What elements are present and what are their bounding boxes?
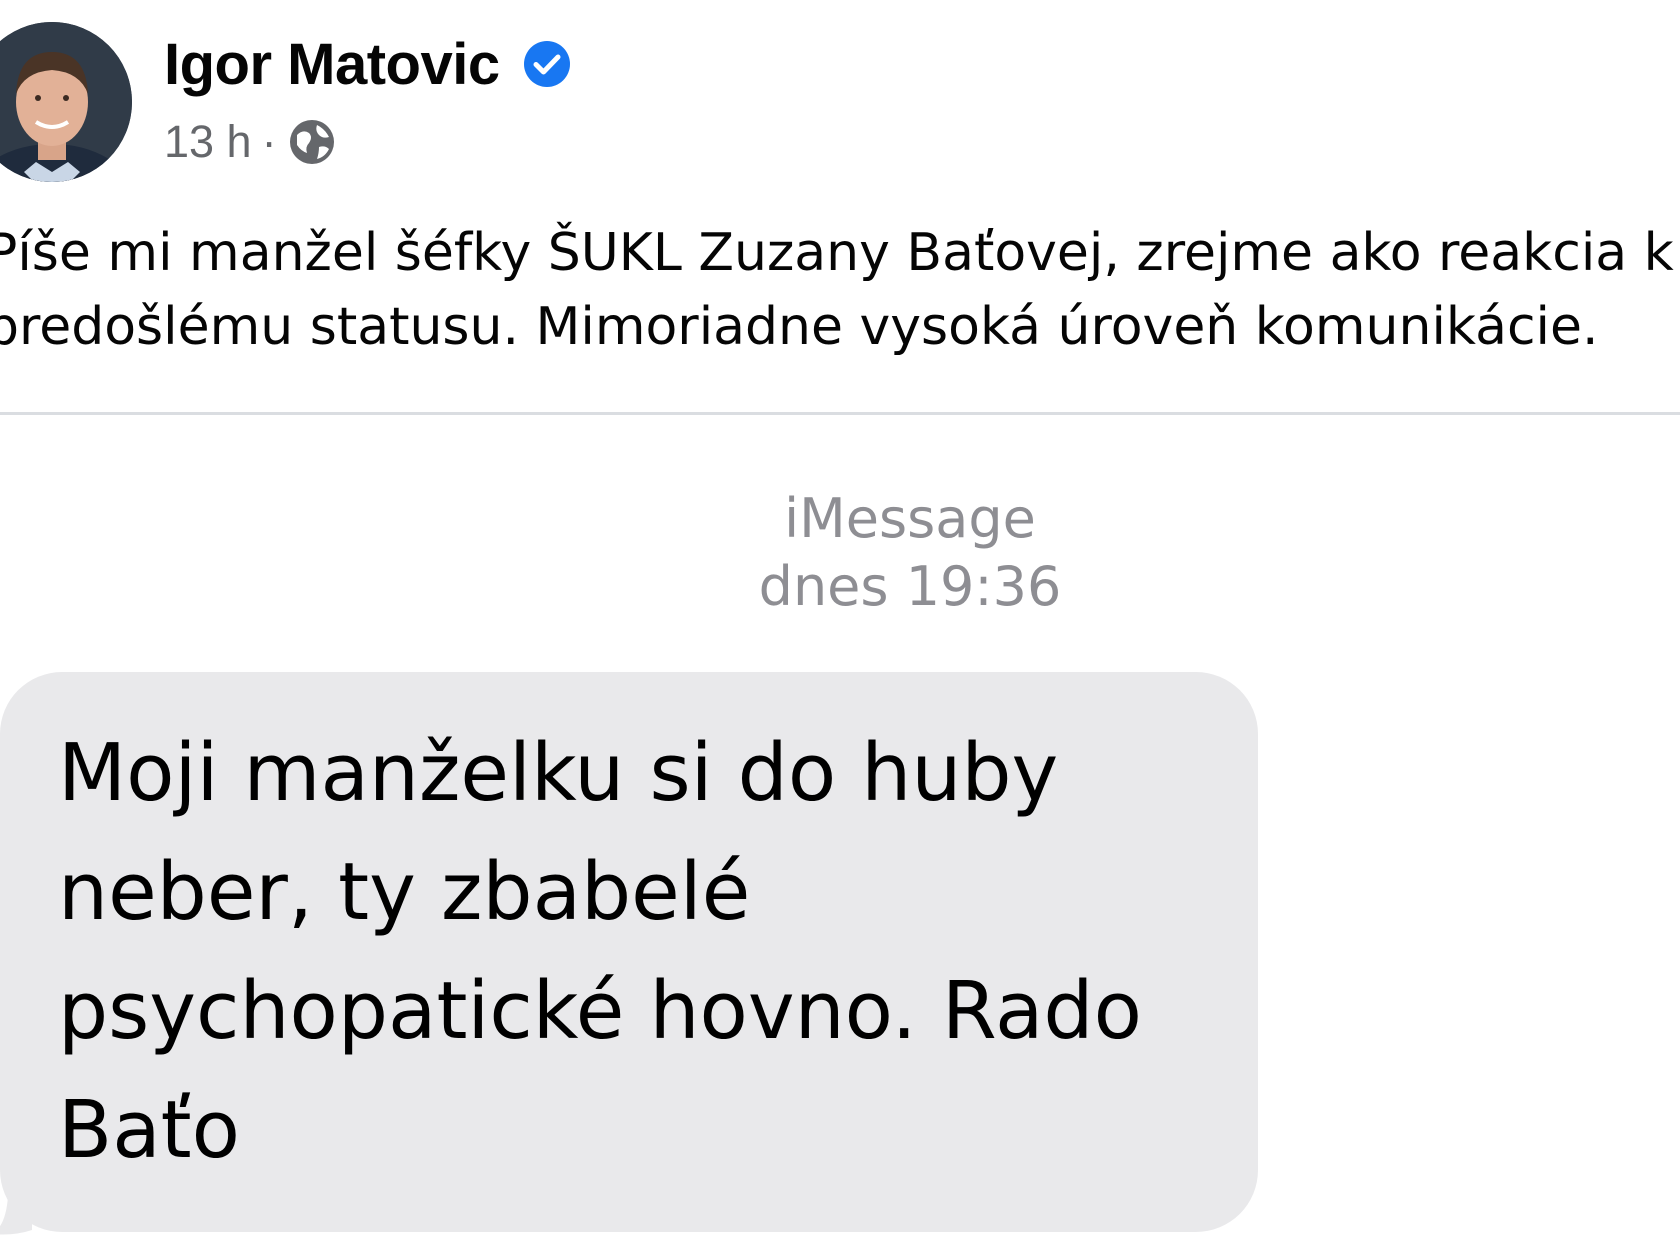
message-bubble-tail [0, 1196, 32, 1235]
author-name[interactable]: Igor Matovic [164, 31, 500, 98]
globe-icon[interactable] [287, 117, 337, 167]
message-line: psychopatické hovno. Rado [58, 965, 1142, 1057]
author-avatar[interactable] [0, 22, 132, 182]
message-line: neber, ty zbabelé [58, 846, 751, 938]
avatar-photo [0, 22, 132, 182]
post-text-line: predošlému statusu. Mimoriadne vysoká úr… [0, 297, 1599, 357]
verified-badge-icon [522, 39, 572, 89]
meta-separator: · [261, 116, 277, 167]
post-meta: 13 h · [164, 110, 337, 174]
post-timestamp[interactable]: 13 h [164, 116, 252, 168]
message-line: Moji manželku si do huby [58, 727, 1059, 819]
divider [0, 412, 1680, 415]
post-text: Píše mi manžel šéfky ŠUKL Zuzany Baťovej… [0, 216, 1680, 364]
message-text: Moji manželku si do huby neber, ty zbabe… [58, 714, 1258, 1190]
message-line: Baťo [58, 1084, 240, 1176]
post-text-line: Píše mi manžel šéfky ŠUKL Zuzany Baťovej… [0, 223, 1674, 283]
imessage-timestamp: dnes 19:36 [758, 555, 1062, 618]
author-row: Igor Matovic [164, 24, 572, 104]
imessage-service-label: iMessage [784, 487, 1036, 550]
facebook-post: Igor Matovic 13 h · Píše mi manžel šéfky… [0, 0, 1680, 1260]
imessage-header: iMessage dnes 19:36 [680, 485, 1140, 621]
